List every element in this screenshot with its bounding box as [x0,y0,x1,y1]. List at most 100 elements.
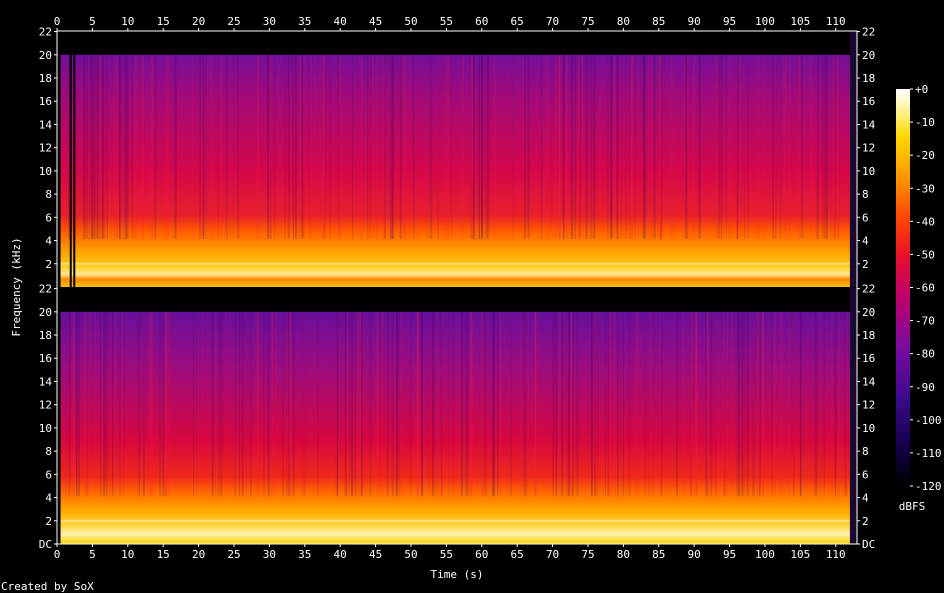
streak [117,54,119,240]
streak [118,311,121,497]
streak [395,54,398,240]
colorbar-tick-label-0: +0 [915,83,928,96]
streak [763,54,765,240]
streak [150,54,154,240]
streak [720,54,722,240]
streak [141,54,144,240]
y-top-left-label-3: 16 [39,95,52,108]
streak [384,54,387,240]
y-bottom-right-label-10: 2 [862,515,869,528]
streak [270,54,272,240]
colorbar-tick-label-10: -100 [915,414,942,427]
streak [616,54,619,240]
streak [823,311,826,497]
streak [376,311,379,497]
streak [352,54,354,240]
colorbar-tick-label-2: -20 [915,149,935,162]
plot-area [56,30,858,545]
streak [126,54,129,240]
x-tick-label-bottom-10: 50 [404,548,417,561]
streak [437,54,439,240]
x-tick-label-bottom-1: 5 [89,548,96,561]
streak [574,54,576,240]
y-top-right-label-7: 8 [862,188,869,201]
streak [103,311,106,497]
y-top-right-label-4: 14 [862,118,876,131]
streak [689,311,691,497]
streak [263,311,266,497]
streak [316,311,319,497]
streak [570,54,573,240]
streak [524,54,527,240]
streak [780,311,783,497]
x-tick-label-top-12: 60 [475,15,488,28]
y-bottom-left-label-5: 12 [39,399,52,412]
y-top-left-label-1: 20 [39,49,52,62]
streak [622,311,624,497]
streak [395,311,398,497]
streak [202,311,204,497]
streak [149,311,152,497]
streak [736,311,737,497]
streak [436,311,438,497]
streak [390,54,392,240]
streak [199,54,201,240]
x-tick-label-top-22: 110 [826,15,846,28]
streak [581,54,584,240]
streak [313,311,314,497]
streak [115,311,117,497]
streak [591,311,593,497]
streak [94,54,96,240]
streak [480,311,483,497]
x-tick-label-bottom-15: 75 [581,548,594,561]
streak [72,311,75,497]
streak [241,311,243,497]
streak [401,311,403,497]
streak [726,311,729,497]
streak [610,54,612,240]
streak [131,54,134,240]
credit-text: Created by SoX [1,580,94,593]
y-top-left-label-5: 12 [39,142,52,155]
streak [846,311,848,497]
lead-in-silence [57,288,61,544]
streak [653,54,656,240]
streak [99,311,102,497]
streak [256,54,259,240]
streak [752,311,754,497]
x-tick-label-bottom-2: 10 [121,548,134,561]
streak [213,311,215,497]
streak [196,311,198,497]
colorbar-tick-label-1: -10 [915,116,935,129]
streak [723,311,726,497]
streak [421,311,424,497]
streak [743,311,745,497]
y-bottom-left-label-9: 4 [45,492,52,505]
streak [793,311,795,497]
x-tick-label-top-8: 40 [334,15,347,28]
streak [111,311,114,497]
streak [741,311,744,497]
streak [369,54,371,240]
streak [302,54,304,240]
x-tick-label-top-15: 75 [581,15,594,28]
streak [844,311,847,497]
dropout-line [69,31,72,287]
streak [275,311,277,497]
streak [75,311,78,497]
streak [673,54,674,240]
x-axis-bottom: 0 5 10 15 20 25 30 35 40 45 50 55 60 65 70 75 80 85 90 95 10… [54,544,846,561]
streak [105,311,107,497]
streak [657,54,660,240]
streak [839,311,840,497]
streak [370,54,371,240]
streak [308,54,310,240]
colorbar-ticks: +0 -10 -20 -30 -40 -50 -60 -70 -80 -90 -100 -110 -12… [910,83,942,493]
streak [250,311,252,497]
x-tick-label-bottom-12: 60 [475,548,488,561]
streak [376,54,379,240]
streak [755,54,757,240]
streak [523,311,525,497]
y-axis-left: 222018161412108642222018161412108642DC [39,26,57,551]
streak [204,54,207,240]
